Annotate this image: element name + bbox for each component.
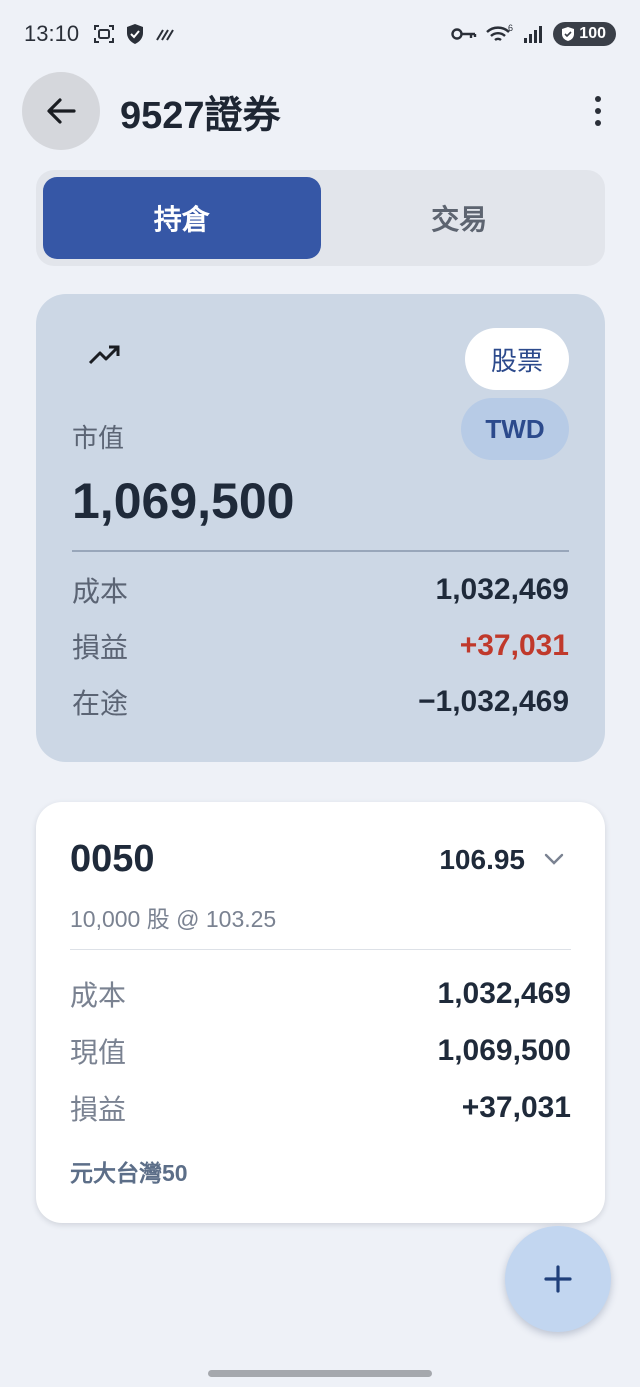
page-title: 9527證券	[120, 94, 281, 137]
data-saver-icon	[156, 29, 174, 41]
summary-cost-value: 1,032,469	[435, 573, 569, 606]
signal-icon	[524, 26, 543, 43]
market-value-label: 市值	[72, 423, 125, 453]
arrow-left-icon	[47, 98, 76, 124]
holding-cost-value: 1,032,469	[437, 977, 571, 1010]
holding-current-value: 1,069,500	[437, 1034, 571, 1067]
shield-icon	[127, 24, 144, 44]
holding-cost-row: 成本 1,032,469	[70, 974, 571, 1014]
holding-ticker: 0050	[70, 838, 155, 880]
summary-cost-label: 成本	[72, 576, 129, 607]
holding-current-value-row: 現值 1,069,500	[70, 1031, 571, 1071]
tab-trades[interactable]: 交易	[321, 177, 599, 259]
holding-pnl-row: 損益 +37,031	[70, 1088, 571, 1128]
holding-fund-name: 元大台灣50	[70, 1160, 188, 1186]
wifi-badge: 6	[508, 23, 513, 33]
holding-pnl-label: 損益	[70, 1094, 127, 1125]
home-indicator[interactable]	[208, 1370, 432, 1377]
summary-divider	[72, 550, 569, 552]
holding-price: 106.95	[439, 844, 525, 875]
portfolio-summary-card: 股票 TWD 市值 1,069,500 成本 1,032,469 損益 +37,…	[36, 294, 605, 762]
holding-divider	[70, 949, 571, 950]
holding-cost-label: 成本	[70, 980, 127, 1011]
asset-type-chip[interactable]: 股票	[465, 328, 569, 390]
holding-pnl-value: +37,031	[461, 1091, 571, 1124]
tab-holdings[interactable]: 持倉	[43, 177, 321, 259]
summary-in-transit-label: 在途	[72, 688, 129, 719]
holding-quantity: 10,000 股 @ 103.25	[70, 906, 277, 932]
plus-icon	[544, 1265, 572, 1293]
battery-level: 100	[579, 25, 606, 42]
summary-cost-row: 成本 1,032,469	[72, 570, 569, 610]
summary-in-transit-row: 在途 −1,032,469	[72, 682, 569, 722]
status-bar: 13:10 6 100	[0, 0, 640, 68]
back-button[interactable]	[22, 72, 100, 150]
summary-pnl-row: 損益 +37,031	[72, 626, 569, 666]
status-system-icons: 6 100	[451, 22, 616, 46]
market-value: 1,069,500	[72, 473, 295, 529]
currency-chip[interactable]: TWD	[461, 398, 569, 460]
more-vertical-icon-dot	[595, 108, 601, 114]
chevron-down-icon[interactable]	[543, 852, 565, 866]
holding-card[interactable]: 0050 106.95 10,000 股 @ 103.25 成本 1,032,4…	[36, 802, 605, 1223]
status-notification-icons	[93, 23, 175, 45]
summary-pnl-value: +37,031	[459, 629, 569, 662]
summary-in-transit-value: −1,032,469	[418, 685, 569, 718]
status-time: 13:10	[24, 21, 80, 46]
wifi-icon: 6	[486, 23, 513, 42]
add-button[interactable]	[505, 1226, 611, 1332]
battery-shield-icon	[562, 27, 575, 41]
summary-pnl-label: 損益	[72, 632, 129, 663]
more-options-button[interactable]	[578, 72, 618, 150]
battery-indicator: 100	[553, 22, 616, 46]
app-header: 9527證券	[22, 72, 618, 150]
screenshot-icon	[94, 25, 115, 43]
segmented-tabs: 持倉 交易	[36, 170, 605, 266]
key-icon	[451, 28, 477, 40]
holding-current-value-label: 現值	[70, 1037, 127, 1068]
trending-up-icon	[88, 345, 120, 365]
more-vertical-icon-dot	[595, 120, 601, 126]
more-vertical-icon	[595, 96, 601, 102]
